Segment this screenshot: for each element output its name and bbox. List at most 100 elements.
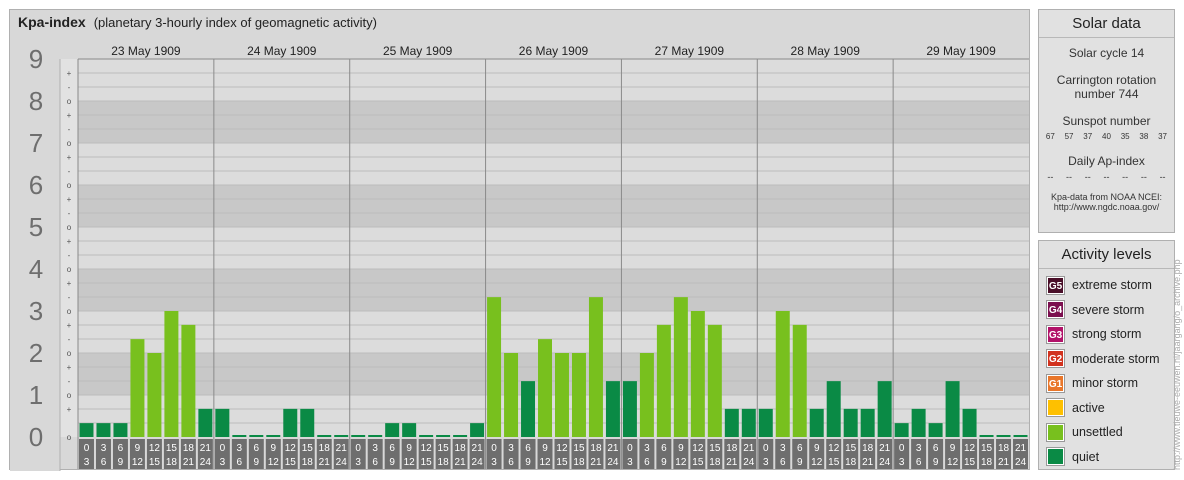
kp-bar — [962, 408, 977, 437]
minor-mark: + — [67, 69, 72, 78]
kp-bar — [334, 435, 349, 437]
interval-start-label: 0 — [491, 443, 497, 454]
interval-start-label: 12 — [964, 443, 976, 454]
interval-end-label: 3 — [763, 457, 769, 468]
sunspot-value: 37 — [1158, 132, 1168, 141]
kp-bar — [860, 408, 875, 437]
interval-end-label: 12 — [947, 457, 959, 468]
interval-end-label: 9 — [661, 457, 667, 468]
legend-item-g5: G5 extreme storm — [1039, 273, 1174, 298]
interval-end-label: 21 — [862, 457, 874, 468]
minor-mark: o — [67, 433, 72, 442]
interval-end-label: 24 — [336, 457, 348, 468]
kp-bar — [249, 435, 264, 437]
kp-bar — [555, 353, 569, 437]
interval-start-label: 0 — [899, 443, 905, 454]
ap-value: -- — [1047, 172, 1054, 182]
minor-mark: - — [68, 209, 71, 218]
interval-end-label: 3 — [220, 457, 226, 468]
interval-end-label: 12 — [132, 457, 144, 468]
legend-item-g1: G1 minor storm — [1039, 371, 1174, 396]
interval-end-label: 15 — [285, 457, 297, 468]
interval-start-label: 21 — [607, 443, 619, 454]
interval-end-label: 9 — [797, 457, 803, 468]
legend-swatch-active — [1046, 398, 1065, 418]
interval-start-label: 0 — [220, 443, 226, 454]
minor-mark: + — [67, 363, 72, 372]
chart-title-main: Kpa-index — [18, 14, 86, 30]
interval-end-label: 21 — [590, 457, 602, 468]
interval-start-label: 6 — [661, 443, 667, 454]
kp-bar — [928, 423, 943, 437]
minor-mark: o — [67, 265, 72, 274]
kp-bar — [996, 435, 1011, 437]
minor-mark: + — [67, 153, 72, 162]
interval-start-label: 3 — [916, 443, 922, 454]
interval-start-label: 9 — [406, 443, 412, 454]
activity-levels-title: Activity levels — [1039, 241, 1174, 269]
kp-bar — [826, 381, 841, 437]
kp-bar — [843, 408, 858, 437]
minor-mark: - — [68, 125, 71, 134]
y-tick-label: 8 — [29, 86, 43, 116]
interval-end-label: 18 — [573, 457, 585, 468]
kp-bar — [809, 408, 824, 437]
interval-start-label: 21 — [200, 443, 212, 454]
kp-bar — [690, 311, 705, 437]
interval-start-label: 18 — [726, 443, 738, 454]
legend-label: minor storm — [1072, 376, 1138, 391]
activity-levels-legend: G5 extreme storm G4 severe storm G3 strong … — [1039, 269, 1174, 469]
minor-mark: + — [67, 321, 72, 330]
kp-band — [78, 59, 1029, 101]
minor-mark: o — [67, 97, 72, 106]
ap-value: -- — [1103, 172, 1110, 182]
kp-bar — [945, 381, 960, 437]
interval-end-label: 3 — [355, 457, 361, 468]
sunspot-value: 37 — [1083, 132, 1093, 141]
sunspot-value: 67 — [1045, 132, 1055, 141]
interval-end-label: 9 — [525, 457, 531, 468]
interval-end-label: 12 — [404, 457, 416, 468]
minor-mark: o — [67, 181, 72, 190]
y-tick-label: 2 — [29, 338, 43, 368]
interval-end-label: 6 — [508, 457, 514, 468]
legend-swatch-g4: G4 — [1046, 300, 1065, 320]
kp-bar — [521, 381, 536, 437]
legend-item-g3: G3 strong storm — [1039, 322, 1174, 347]
kp-bar — [792, 324, 807, 437]
legend-label: extreme storm — [1072, 278, 1152, 293]
legend-swatch-unsettled — [1046, 422, 1065, 442]
interval-start-label: 18 — [319, 443, 331, 454]
interval-start-label: 15 — [302, 443, 314, 454]
kp-bar — [130, 339, 145, 437]
interval-end-label: 15 — [421, 457, 433, 468]
ap-index-label: Daily Ap-index — [1068, 154, 1145, 168]
y-tick-label: 9 — [29, 44, 43, 74]
kp-bar — [487, 297, 502, 437]
minor-mark: + — [67, 195, 72, 204]
kp-bar — [622, 381, 637, 437]
interval-end-label: 9 — [118, 457, 124, 468]
interval-end-label: 12 — [268, 457, 280, 468]
interval-end-label: 6 — [372, 457, 378, 468]
kp-bar — [317, 435, 332, 437]
solar-data-panel: Solar data Solar cycle 14 Carrington rot… — [1038, 9, 1175, 233]
interval-end-label: 12 — [675, 457, 687, 468]
kp-bar — [894, 423, 909, 437]
interval-start-label: 0 — [627, 443, 633, 454]
interval-start-label: 15 — [709, 443, 721, 454]
interval-end-label: 9 — [933, 457, 939, 468]
interval-end-label: 3 — [627, 457, 633, 468]
source-link[interactable]: http://www.ngdc.noaa.gov/ — [1039, 202, 1174, 212]
legend-swatch-g2: G2 — [1046, 349, 1065, 369]
y-tick-label: 4 — [29, 254, 43, 284]
interval-end-label: 18 — [981, 457, 993, 468]
interval-end-label: 9 — [389, 457, 395, 468]
interval-start-label: 15 — [981, 443, 993, 454]
interval-start-label: 3 — [101, 443, 107, 454]
interval-end-label: 18 — [845, 457, 857, 468]
interval-start-label: 0 — [763, 443, 769, 454]
solar-cycle: Solar cycle 14 — [1068, 46, 1145, 60]
interval-start-label: 18 — [455, 443, 467, 454]
sunspot-value: 38 — [1139, 132, 1149, 141]
